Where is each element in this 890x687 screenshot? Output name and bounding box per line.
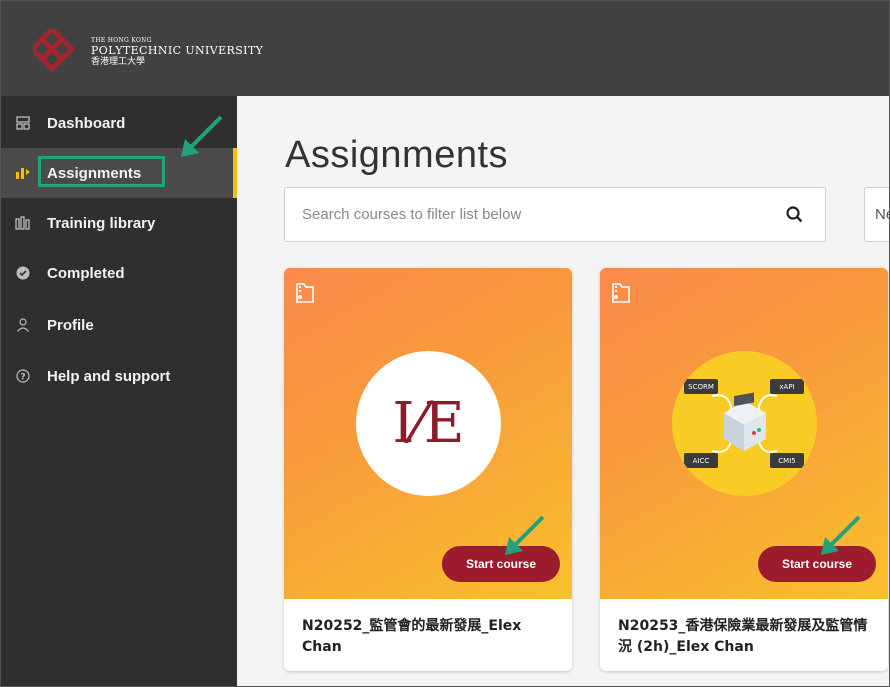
label-cmi5: CMI5 [778,457,795,465]
label-xapi: xAPI [779,383,794,391]
start-course-button[interactable]: Start course [758,546,876,582]
app-window: The Hong Kong Polytechnic University 香港理… [0,0,890,687]
sidebar-item-label: Training library [47,214,156,232]
dashboard-icon [15,115,31,131]
sidebar-item-label: Profile [47,316,94,334]
search-box [284,187,826,242]
label-aicc: AICC [693,457,710,465]
university-logo[interactable]: The Hong Kong Polytechnic University 香港理… [28,25,263,77]
sidebar-item-help[interactable]: ? Help and support [1,351,237,401]
label-scorm: SCORM [688,383,714,391]
course-title[interactable]: N20252_監管會的最新發展_Elex Chan [302,616,557,658]
course-card-hero: I⁄E Start course [284,268,572,599]
course-card-hero: SCORM xAPI AICC CMI5 Start course [600,268,888,599]
start-course-button[interactable]: Start course [442,546,560,582]
sidebar-item-label: Dashboard [47,114,126,132]
user-icon [15,317,31,333]
sidebar-item-label: Help and support [47,367,171,385]
logo-line-3: 香港理工大學 [91,56,146,67]
zip-file-icon [295,282,315,304]
course-logo: I⁄E [356,351,501,496]
polyu-emblem-icon [28,25,81,77]
sidebar-item-dashboard[interactable]: Dashboard [1,98,237,148]
sort-dropdown[interactable]: Ne [864,187,889,242]
ie-logo-text: I⁄E [392,391,465,456]
annotation-highlight-box [38,156,165,187]
top-bar: The Hong Kong Polytechnic University 香港理… [1,1,889,96]
search-input[interactable] [300,205,774,224]
course-title[interactable]: N20253_香港保險業最新發展及監管情況 (2h)_Elex Chan [618,616,873,658]
course-card[interactable]: I⁄E Start course N20252_監管會的最新發展_Elex Ch… [284,268,572,671]
logo-line-2: Polytechnic University [91,43,264,57]
assignments-icon [15,165,31,181]
search-icon[interactable] [785,205,805,225]
main-content: Assignments Ne I⁄E Start course N20252_監… [237,96,889,686]
library-icon [15,215,31,231]
help-icon: ? [15,368,31,384]
zip-file-icon [611,282,631,304]
sidebar-item-training-library[interactable]: Training library [1,198,237,248]
course-card[interactable]: SCORM xAPI AICC CMI5 Start course N20253… [600,268,888,671]
sidebar-item-label: Completed [47,264,125,282]
page-title: Assignments [285,134,509,176]
check-circle-icon [15,265,31,281]
sidebar-item-profile[interactable]: Profile [1,300,237,350]
logo-text: The Hong Kong Polytechnic University 香港理… [91,38,263,68]
sidebar-item-completed[interactable]: Completed [1,248,237,298]
elearning-standards-illustration: SCORM xAPI AICC CMI5 [672,351,817,496]
svg-text:?: ? [20,373,25,383]
